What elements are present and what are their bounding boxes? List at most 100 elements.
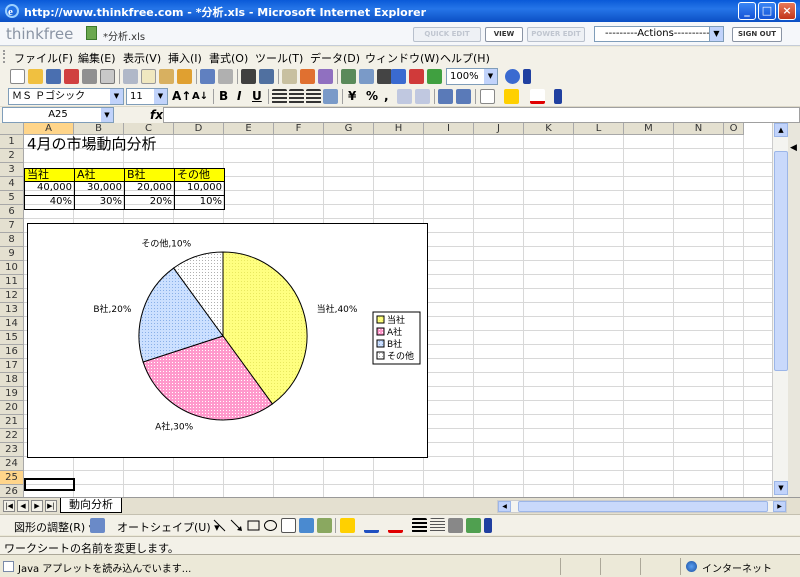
row-header-15[interactable]: 15 — [0, 331, 24, 345]
align-right-icon[interactable] — [306, 89, 321, 104]
copy-icon[interactable] — [141, 69, 156, 84]
arrow-style-icon[interactable] — [448, 518, 463, 533]
cell-b3[interactable]: A社 — [74, 168, 125, 182]
power-edit-button[interactable]: POWER EDIT — [527, 27, 585, 42]
function-icon[interactable]: fx — [150, 108, 163, 122]
column-header-n[interactable]: N — [674, 123, 724, 135]
bold-button[interactable]: B — [219, 89, 228, 103]
cell-b5[interactable]: 30% — [74, 196, 125, 210]
comma-button[interactable]: , — [384, 89, 389, 103]
arrow-tool-icon[interactable] — [229, 518, 244, 533]
sort-descending-icon[interactable] — [409, 69, 424, 84]
replace-icon[interactable] — [259, 69, 274, 84]
row-header-14[interactable]: 14 — [0, 317, 24, 331]
new-file-icon[interactable] — [10, 69, 25, 84]
align-left-icon[interactable] — [272, 89, 287, 104]
borders-icon[interactable] — [480, 89, 495, 104]
open-folder-icon[interactable] — [28, 69, 43, 84]
cell-d5[interactable]: 10% — [174, 196, 225, 210]
rectangle-tool-icon[interactable] — [246, 518, 261, 533]
shrink-font-button[interactable]: A↓ — [192, 91, 208, 102]
row-header-23[interactable]: 23 — [0, 443, 24, 457]
clear-icon[interactable] — [282, 69, 297, 84]
menu-format[interactable]: 書式(O) — [209, 50, 248, 66]
zoom-select[interactable]: 100% ▼ — [446, 68, 498, 85]
row-header-12[interactable]: 12 — [0, 289, 24, 303]
row-header-16[interactable]: 16 — [0, 345, 24, 359]
column-header-f[interactable]: F — [274, 123, 324, 135]
sign-out-button[interactable]: SIGN OUT — [732, 27, 782, 42]
font-color-icon[interactable] — [530, 89, 545, 104]
draw-menu-button[interactable]: 図形の調整(R) ▾ — [14, 519, 94, 535]
indent-icon[interactable] — [456, 89, 471, 104]
row-header-24[interactable]: 24 — [0, 457, 24, 471]
font-size-select[interactable]: 11 ▼ — [126, 88, 168, 105]
sheet-tab-active[interactable]: 動向分析 — [60, 498, 122, 513]
row-header-10[interactable]: 10 — [0, 261, 24, 275]
name-box[interactable]: A25 ▼ — [2, 107, 114, 123]
cell-a1[interactable]: 4月の市場動向分析 — [25, 135, 225, 153]
actions-select[interactable]: ---------Actions---------- ▼ — [594, 26, 724, 42]
hscroll-thumb[interactable] — [518, 501, 768, 512]
menu-help[interactable]: ヘルプ(H) — [440, 50, 490, 66]
line-style-icon[interactable] — [412, 518, 427, 533]
collapse-arrow-icon[interactable]: ◀ — [790, 143, 797, 153]
autoshapes-menu-button[interactable]: オートシェイプ(U) ▾ — [117, 519, 220, 535]
horizontal-scrollbar[interactable]: ◀ ▶ — [497, 500, 787, 513]
toolbar-options-icon[interactable] — [523, 69, 531, 84]
percent-button[interactable]: % — [366, 89, 378, 103]
menu-edit[interactable]: 編集(E) — [78, 50, 116, 66]
format-painter-icon[interactable] — [177, 69, 192, 84]
column-header-h[interactable]: H — [374, 123, 424, 135]
row-header-26[interactable]: 26 — [0, 485, 24, 497]
scroll-thumb[interactable] — [774, 151, 788, 371]
row-header-25[interactable]: 25 — [0, 471, 24, 485]
menu-view[interactable]: 表示(V) — [123, 50, 161, 66]
shape-fill-color-icon[interactable] — [340, 518, 355, 533]
outdent-icon[interactable] — [438, 89, 453, 104]
formula-input[interactable] — [163, 107, 800, 123]
currency-button[interactable]: ¥ — [348, 89, 356, 103]
menu-insert[interactable]: 挿入(I) — [168, 50, 202, 66]
align-center-icon[interactable] — [289, 89, 304, 104]
column-header-a[interactable]: A — [24, 123, 74, 135]
font-select[interactable]: ＭＳ Ｐゴシック ▼ — [8, 88, 124, 105]
cell-c5[interactable]: 20% — [124, 196, 175, 210]
oval-tool-icon[interactable] — [263, 518, 278, 533]
menu-data[interactable]: データ(D) — [310, 50, 360, 66]
cell-c4[interactable]: 20,000 — [124, 182, 175, 196]
clipart-icon[interactable] — [317, 518, 332, 533]
row-header-20[interactable]: 20 — [0, 401, 24, 415]
select-all-corner[interactable] — [0, 123, 24, 135]
textbox-tool-icon[interactable] — [281, 518, 296, 533]
dash-style-icon[interactable] — [430, 518, 445, 533]
row-header-7[interactable]: 7 — [0, 219, 24, 233]
increase-decimal-icon[interactable] — [397, 89, 412, 104]
column-header-l[interactable]: L — [574, 123, 624, 135]
insert-image-icon[interactable] — [300, 69, 315, 84]
scroll-up-icon[interactable]: ▲ — [774, 123, 788, 137]
cell-a5[interactable]: 40% — [24, 196, 75, 210]
row-header-8[interactable]: 8 — [0, 233, 24, 247]
grow-font-button[interactable]: A↑ — [172, 89, 191, 103]
vertical-scrollbar[interactable]: ▲ ▼ — [772, 123, 788, 497]
find-icon[interactable] — [241, 69, 256, 84]
last-sheet-icon[interactable]: ▶| — [45, 500, 57, 512]
line-tool-icon[interactable] — [212, 518, 227, 533]
row-header-1[interactable]: 1 — [0, 135, 24, 149]
insert-chart-icon[interactable] — [427, 69, 442, 84]
underline-button[interactable]: U — [252, 89, 262, 103]
scroll-right-icon[interactable]: ▶ — [773, 501, 786, 512]
row-header-11[interactable]: 11 — [0, 275, 24, 289]
cell-d3[interactable]: その他 — [174, 168, 225, 182]
wordart-icon[interactable] — [299, 518, 314, 533]
print-preview-icon[interactable] — [100, 69, 115, 84]
minimize-button[interactable]: _ — [738, 2, 756, 20]
help-icon[interactable] — [505, 69, 520, 84]
menu-window[interactable]: ウィンドウ(W) — [365, 50, 439, 66]
row-header-19[interactable]: 19 — [0, 387, 24, 401]
column-header-e[interactable]: E — [224, 123, 274, 135]
row-header-5[interactable]: 5 — [0, 191, 24, 205]
column-header-k[interactable]: K — [524, 123, 574, 135]
row-header-2[interactable]: 2 — [0, 149, 24, 163]
